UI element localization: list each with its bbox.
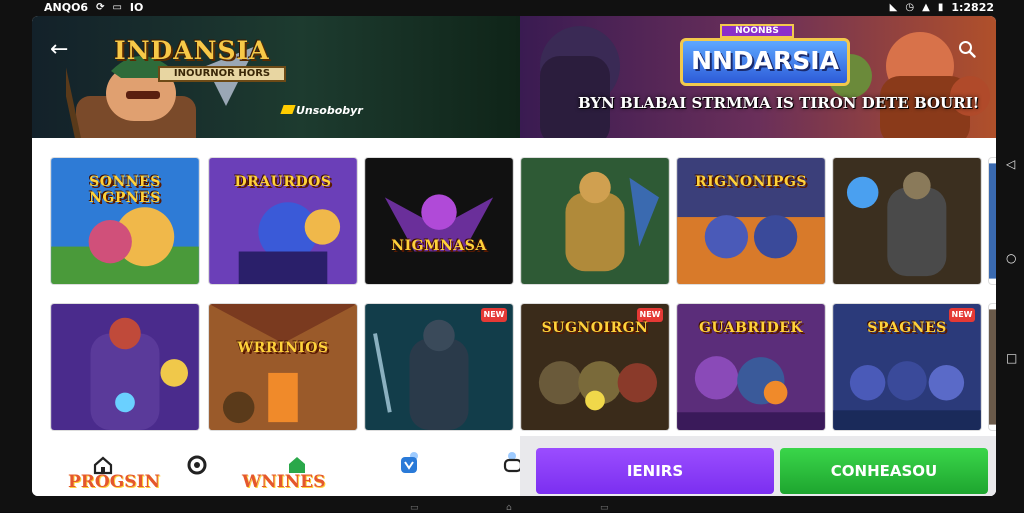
circle-icon[interactable]	[186, 454, 208, 476]
game-tile-art	[833, 158, 981, 284]
secondary-button[interactable]: CONHEASOU	[780, 448, 988, 494]
status-left-text: IO	[129, 1, 144, 14]
game-tile[interactable]: GUABRIDEK	[676, 303, 826, 431]
back-triangle-icon[interactable]: ◁	[1006, 158, 1018, 170]
banner-left[interactable]: ← INDANSIA INOURNOR HORS Unsobobyr	[32, 16, 522, 138]
game-title: SPAGNES	[867, 320, 947, 336]
alarm-icon: ◷	[905, 2, 915, 13]
banner-right-title: NNDARSIA	[680, 38, 850, 86]
action-panel: IENIRS CONHEASOU	[520, 436, 996, 496]
game-tile-art	[521, 158, 669, 284]
sync-icon: ⟳	[96, 2, 105, 13]
game-title: NIGMNASA	[391, 238, 487, 254]
game-tile[interactable]: NEW SPAGNES	[832, 303, 982, 431]
game-title: DRAURDOS	[234, 174, 332, 190]
banner-right-tagline: BYN BLABAI STRMMA IS TIRON DETE BOURI!	[578, 94, 980, 112]
shield-icon[interactable]	[398, 454, 420, 476]
cast-icon: ▭	[112, 2, 122, 13]
bottom-logo-middle: WNINES	[242, 472, 326, 492]
new-badge: NEW	[481, 308, 507, 322]
game-tile-art	[365, 158, 513, 284]
banner-left-title: INDANSIA	[114, 36, 270, 65]
game-title: GUABRIDEK	[698, 320, 804, 336]
signal-icon: ▲	[922, 2, 930, 13]
game-tile[interactable]: NIGMNASA	[364, 157, 514, 285]
game-tile[interactable]: NEW	[364, 303, 514, 431]
home-circle-icon[interactable]: ○	[1006, 252, 1018, 264]
game-tile-art	[989, 309, 996, 425]
search-icon[interactable]	[958, 40, 976, 58]
game-tile[interactable]: NEW SUGNOIRGN	[520, 303, 670, 431]
bottom-logo-left: PROGSIN	[68, 472, 161, 492]
carrier-text: ANQO6	[44, 1, 89, 14]
bottom-bar: PROGSIN WNINES IENIRS CONHEASOU	[32, 436, 996, 496]
game-tile[interactable]: WRRINIOS	[208, 303, 358, 431]
back-arrow-icon[interactable]: ←	[50, 38, 74, 62]
game-grid: SONNES NGPNES DRAURDOS NIGMNASA RIGNONIP…	[50, 157, 996, 431]
game-tile-partial[interactable]	[988, 157, 996, 285]
game-tile-art	[51, 304, 199, 430]
device-frame: ANQO6 ⟳ ▭ IO ◣ ◷ ▲ ▮ 1:2822 ← INDANSIA I…	[0, 0, 1024, 513]
game-tile-art	[989, 163, 996, 279]
system-side-nav: ◁ ○ □	[1000, 130, 1024, 390]
game-tile-art	[365, 304, 513, 430]
banner-right-mini-title: NOONBS	[720, 24, 794, 38]
game-title: RIGNONIPGS	[694, 174, 808, 190]
wifi-icon: ◣	[889, 2, 898, 13]
game-tile[interactable]	[50, 303, 200, 431]
status-bar: ANQO6 ⟳ ▭ IO ◣ ◷ ▲ ▮ 1:2822	[0, 0, 1024, 16]
status-time: 1:2822	[951, 1, 994, 14]
game-tile[interactable]: SONNES NGPNES	[50, 157, 200, 285]
primary-button[interactable]: IENIRS	[536, 448, 774, 494]
battery-icon: ▮	[937, 2, 944, 13]
game-tile[interactable]: RIGNONIPGS	[676, 157, 826, 285]
brand-text: Unsobobyr	[296, 104, 363, 117]
game-tile-art	[209, 304, 357, 430]
game-title: WRRINIOS	[237, 340, 329, 356]
game-title: SUGNOIRGN	[541, 320, 649, 336]
recents-square-icon[interactable]: □	[1006, 352, 1018, 364]
app-screen: ← INDANSIA INOURNOR HORS Unsobobyr NOONB…	[32, 16, 996, 496]
brand-logo-icon	[280, 105, 296, 114]
banner-right[interactable]: NOONBS NNDARSIA BYN BLABAI STRMMA IS TIR…	[520, 16, 996, 138]
game-tile[interactable]	[520, 157, 670, 285]
game-tile[interactable]: DRAURDOS	[208, 157, 358, 285]
system-home-bar: ▭ ⌂ ▭	[400, 500, 630, 513]
game-tile[interactable]	[832, 157, 982, 285]
banner-left-brand: Unsobobyr	[280, 104, 363, 117]
game-title: SONNES NGPNES	[89, 174, 161, 206]
banner-left-subtitle: INOURNOR HORS	[158, 66, 286, 82]
game-tile-partial[interactable]	[988, 303, 996, 431]
